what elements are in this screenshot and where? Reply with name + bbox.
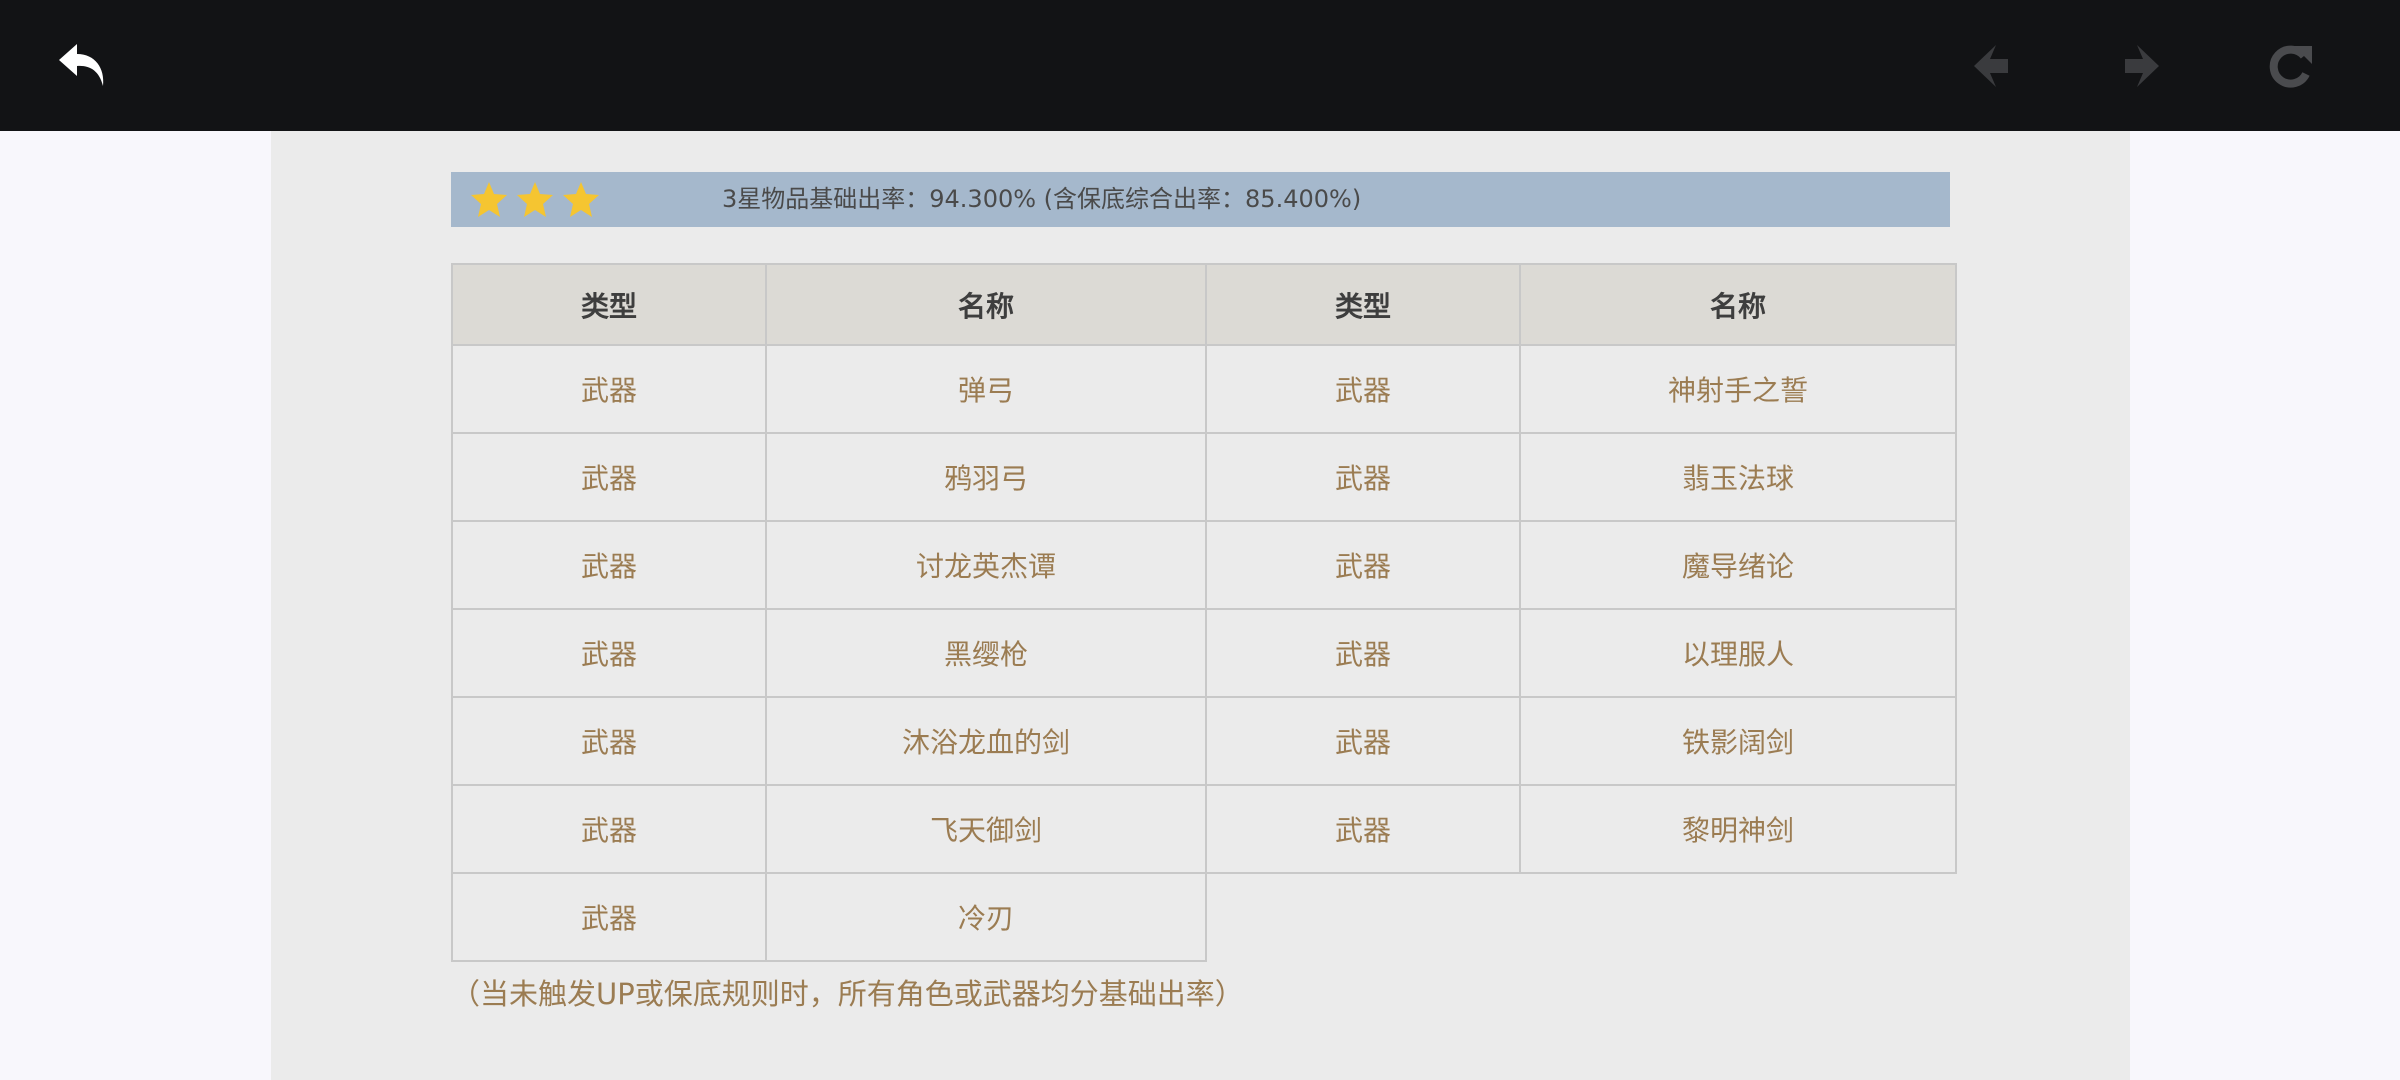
type-cell: 武器 [451,696,767,786]
name-cell: 铁影阔剑 [1519,696,1957,786]
table-row: 武器 沐浴龙血的剑 武器 铁影阔剑 [451,696,1957,786]
header-name: 名称 [1519,263,1957,346]
name-cell: 鸦羽弓 [765,432,1207,522]
empty-cell [1520,873,1956,961]
table-row: 武器 讨龙英杰谭 武器 魔导绪论 [451,520,1957,610]
name-cell: 魔导绪论 [1519,520,1957,610]
table-header-row: 类型 名称 类型 名称 [451,263,1957,346]
prev-icon [1974,45,2008,87]
header-name: 名称 [765,263,1207,346]
type-cell: 武器 [451,608,767,698]
star-icon [563,182,599,217]
name-cell: 黑缨枪 [765,608,1207,698]
next-button[interactable] [2110,36,2170,96]
star-icon [517,182,553,217]
back-button[interactable] [53,36,113,96]
name-cell: 以理服人 [1519,608,1957,698]
table-row: 武器 黑缨枪 武器 以理服人 [451,608,1957,698]
name-cell: 沐浴龙血的剑 [765,696,1207,786]
top-toolbar [0,0,2400,131]
type-cell: 武器 [451,872,767,962]
header-type: 类型 [451,263,767,346]
content-panel: 3星物品基础出率：94.300% (含保底综合出率：85.400%) 类型 名称… [271,131,2130,1080]
next-icon [2125,45,2159,87]
table-row: 武器 冷刃 [451,872,1956,962]
type-cell: 武器 [1205,344,1521,434]
type-cell: 武器 [451,432,767,522]
empty-cell [1206,873,1520,961]
name-cell: 冷刃 [765,872,1207,962]
name-cell: 神射手之誓 [1519,344,1957,434]
type-cell: 武器 [1205,432,1521,522]
type-cell: 武器 [1205,520,1521,610]
rate-text: 3星物品基础出率：94.300% (含保底综合出率：85.400%) [722,185,1362,213]
name-cell: 讨龙英杰谭 [765,520,1207,610]
type-cell: 武器 [451,784,767,874]
type-cell: 武器 [451,344,767,434]
type-cell: 武器 [1205,784,1521,874]
refresh-button[interactable] [2260,36,2320,96]
table-row: 武器 鸦羽弓 武器 翡玉法球 [451,432,1957,522]
type-cell: 武器 [451,520,767,610]
footnote: （当未触发UP或保底规则时，所有角色或武器均分基础出率） [451,977,1244,1011]
prev-button[interactable] [1963,36,2023,96]
table-row: 武器 飞天御剑 武器 黎明神剑 [451,784,1957,874]
item-table: 类型 名称 类型 名称 武器 弹弓 武器 神射手之誓 武器 鸦羽弓 武器 翡玉法… [451,263,1957,962]
type-cell: 武器 [1205,608,1521,698]
star-rating [469,180,607,220]
name-cell: 翡玉法球 [1519,432,1957,522]
back-arrow-icon [59,44,104,86]
name-cell: 弹弓 [765,344,1207,434]
name-cell: 黎明神剑 [1519,784,1957,874]
table-row: 武器 弹弓 武器 神射手之誓 [451,344,1957,434]
type-cell: 武器 [1205,696,1521,786]
header-type: 类型 [1205,263,1521,346]
refresh-icon [2269,45,2312,88]
star-icon [471,182,507,217]
rate-bar: 3星物品基础出率：94.300% (含保底综合出率：85.400%) [451,172,1950,227]
name-cell: 飞天御剑 [765,784,1207,874]
